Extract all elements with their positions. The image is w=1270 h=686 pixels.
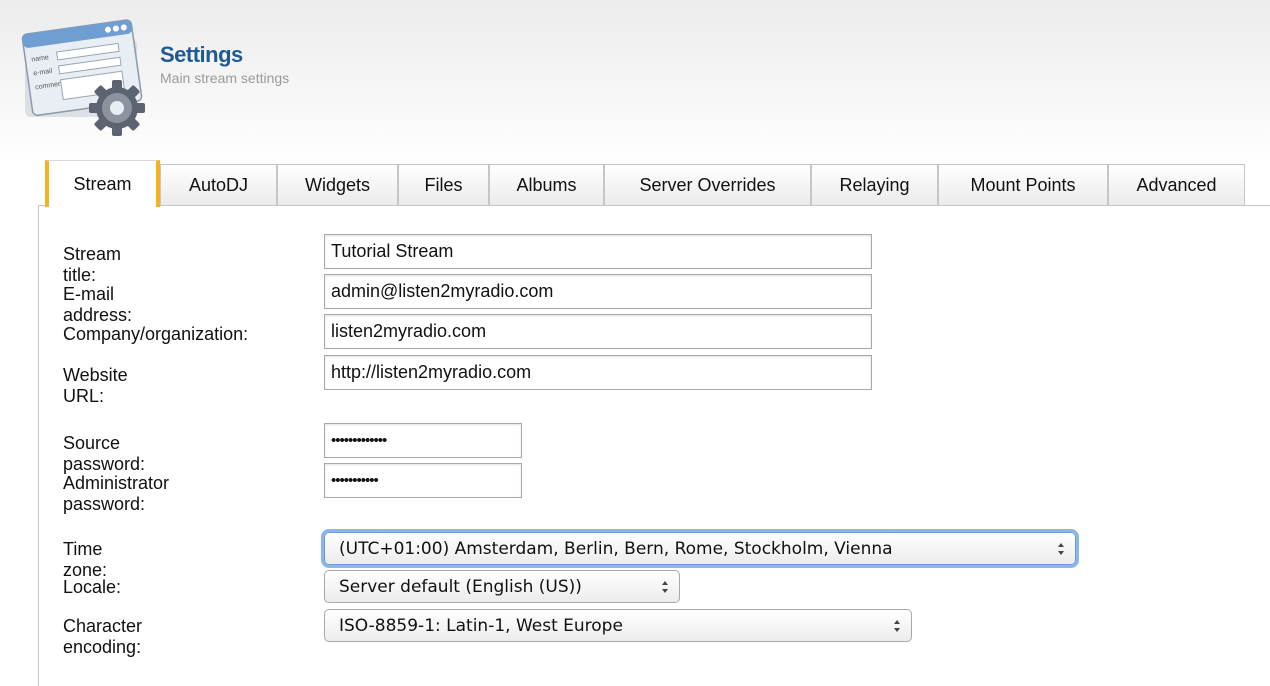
tab-widgets[interactable]: Widgets (277, 164, 398, 206)
character-encoding-select[interactable]: ISO-8859-1: Latin-1, West Europe (324, 609, 912, 642)
select-arrows-icon (1058, 543, 1064, 555)
company-input[interactable]: listen2myradio.com (324, 314, 872, 349)
locale-label: Locale: (63, 577, 122, 597)
time-zone-label: Time zone: (63, 539, 108, 580)
website-input[interactable]: http://listen2myradio.com (324, 355, 872, 390)
select-arrows-icon (662, 581, 668, 593)
page-subtitle: Main stream settings (160, 70, 290, 86)
tab-files[interactable]: Files (398, 164, 489, 206)
tab-autodj[interactable]: AutoDJ (160, 164, 277, 206)
tab-mount-points[interactable]: Mount Points (938, 164, 1108, 206)
website-label: Website URL: (63, 365, 128, 406)
admin-password-input[interactable]: ••••••••••• (324, 463, 522, 498)
company-label: Company/organization: (63, 324, 249, 344)
tab-advanced[interactable]: Advanced (1108, 164, 1245, 206)
admin-password-label: Administrator password: (63, 473, 170, 514)
tab-server-overrides[interactable]: Server Overrides (604, 164, 811, 206)
character-encoding-label: Character encoding: (63, 616, 143, 657)
locale-select[interactable]: Server default (English (US)) (324, 570, 680, 603)
locale-value: Server default (English (US)) (339, 576, 582, 597)
email-label: E-mail address: (63, 284, 133, 325)
time-zone-select[interactable]: (UTC+01:00) Amsterdam, Berlin, Bern, Rom… (324, 532, 1076, 565)
tab-albums[interactable]: Albums (489, 164, 604, 206)
source-password-label: Source password: (63, 433, 146, 474)
email-input[interactable]: admin@listen2myradio.com (324, 274, 872, 309)
time-zone-value: (UTC+01:00) Amsterdam, Berlin, Bern, Rom… (339, 538, 893, 559)
character-encoding-value: ISO-8859-1: Latin-1, West Europe (339, 615, 623, 636)
tab-stream[interactable]: Stream (45, 160, 160, 207)
settings-form-gear-icon: name e-mail comments (21, 19, 145, 136)
source-password-input[interactable]: ••••••••••••• (324, 423, 522, 458)
stream-title-label: Stream title: (63, 244, 122, 285)
tab-relaying[interactable]: Relaying (811, 164, 938, 206)
page-title: Settings (160, 42, 243, 67)
stream-title-input[interactable]: Tutorial Stream (324, 234, 872, 269)
select-arrows-icon (894, 620, 900, 632)
